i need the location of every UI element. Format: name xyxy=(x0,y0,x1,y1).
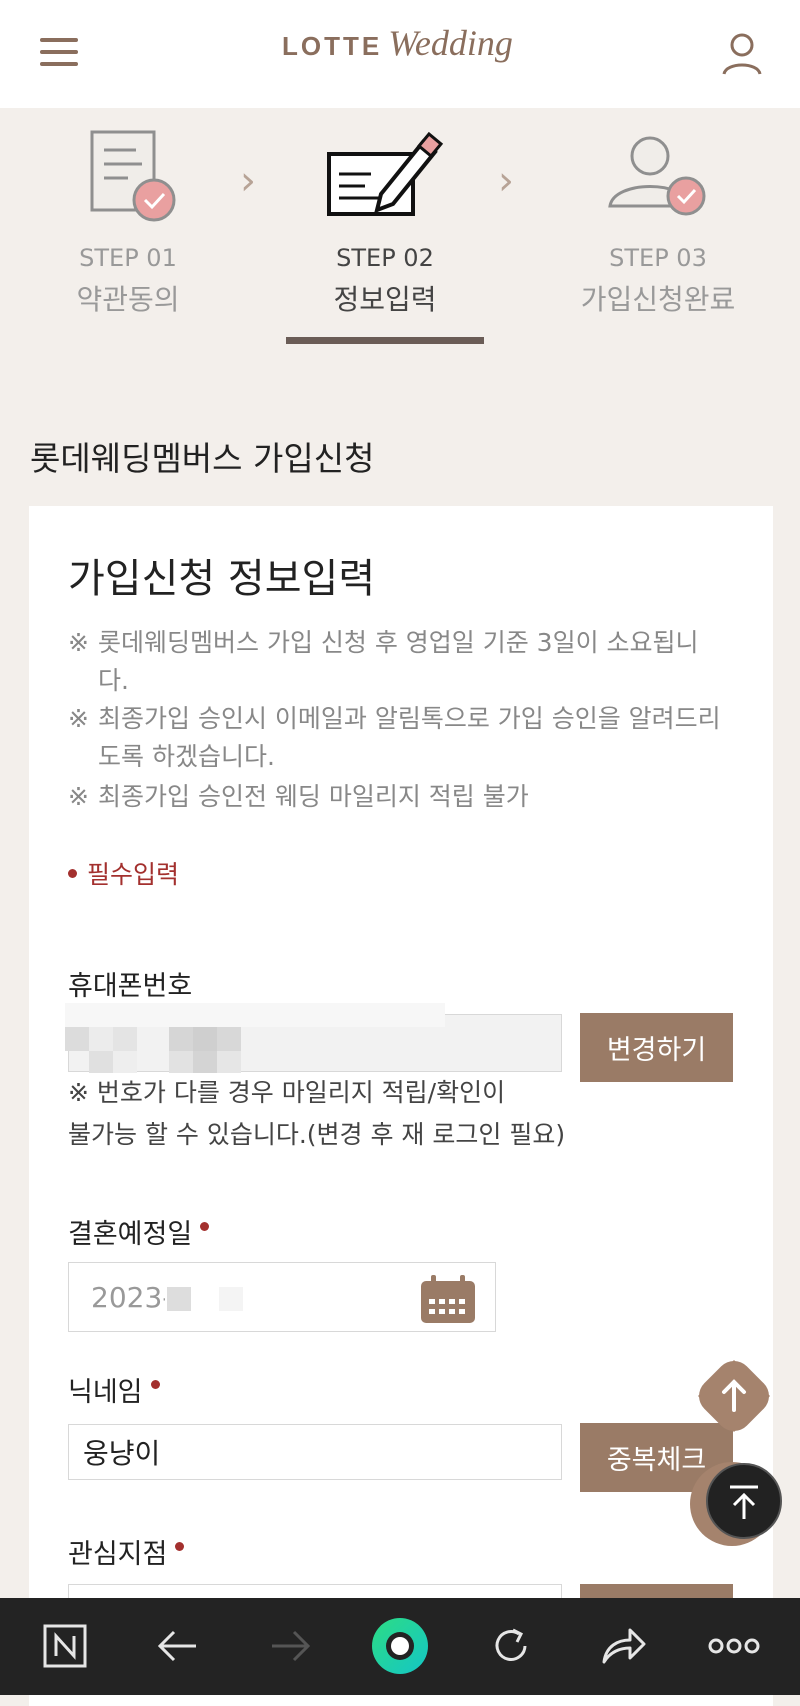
redacted-phone-mosaic xyxy=(65,1003,445,1073)
step-02: STEP 02 정보입력 xyxy=(275,120,495,318)
required-legend-text: 필수입력 xyxy=(87,860,180,889)
step-03-label: 가입신청완료 xyxy=(580,283,736,316)
step-01-number: STEP 01 xyxy=(79,244,177,272)
back-arrow-icon[interactable] xyxy=(148,1616,208,1676)
more-dots-icon[interactable] xyxy=(704,1616,764,1676)
user-check-icon xyxy=(548,120,768,230)
notice-item: ※ 최종가입 승인전 웨딩 마일리지 적립 불가 xyxy=(68,778,728,816)
phone-label: 휴대폰번호 xyxy=(68,964,192,1003)
notice-item: ※ 롯데웨딩멤버스 가입 신청 후 영업일 기준 3일이 소요됩니다. xyxy=(68,624,728,700)
step-02-label: 정보입력 xyxy=(333,283,437,316)
calendar-icon[interactable] xyxy=(419,1273,477,1325)
user-profile-icon[interactable] xyxy=(718,30,766,78)
required-dot-icon xyxy=(150,1380,160,1389)
scroll-to-top-icon[interactable] xyxy=(706,1463,782,1539)
browser-bottom-bar xyxy=(0,1598,800,1695)
notice-item: ※ 최종가입 승인시 이메일과 알림톡으로 가입 승인을 알려드리도록 하겠습니… xyxy=(68,700,728,776)
refresh-icon[interactable] xyxy=(481,1616,541,1676)
step-03-number: STEP 03 xyxy=(609,244,707,272)
nickname-label-text: 닉네임 xyxy=(68,1377,143,1408)
nickname-label: 닉네임 xyxy=(68,1370,160,1409)
nickname-input[interactable]: 웅냥이 xyxy=(68,1424,562,1480)
wedding-date-label-text: 결혼예정일 xyxy=(68,1219,193,1250)
hamburger-menu-icon[interactable] xyxy=(38,34,82,70)
step-03: STEP 03 가입신청완료 xyxy=(548,120,768,318)
required-dot-icon xyxy=(68,868,77,878)
branch-label-text: 관심지점 xyxy=(68,1539,168,1570)
naver-home-icon[interactable] xyxy=(35,1616,95,1676)
step-02-number: STEP 02 xyxy=(336,244,434,272)
phone-label-text: 휴대폰번호 xyxy=(68,971,193,1002)
phone-note: ※ 번호가 다를 경우 마일리지 적립/확인이 불가능 할 수 있습니다.(변경… xyxy=(68,1072,728,1156)
lotte-wedding-logo[interactable]: LOTTE Wedding xyxy=(282,22,513,82)
wedding-date-label: 결혼예정일 xyxy=(68,1212,210,1251)
phone-note-line-2: 불가능 할 수 있습니다.(변경 후 재 로그인 필요) xyxy=(68,1120,566,1149)
phone-input[interactable] xyxy=(65,1003,562,1073)
step-chevron-icon: › xyxy=(498,158,514,204)
notice-text: 최종가입 승인시 이메일과 알림톡으로 가입 승인을 알려드리도록 하겠습니다. xyxy=(98,704,721,771)
notice-text: 최종가입 승인전 웨딩 마일리지 적립 불가 xyxy=(98,782,529,811)
pencil-document-icon xyxy=(275,120,495,230)
floating-up-arrow-button[interactable] xyxy=(696,1358,772,1434)
required-dot-icon xyxy=(175,1542,185,1551)
form-title: 가입신청 정보입력 xyxy=(68,556,376,602)
document-check-icon xyxy=(18,120,238,230)
nickname-value: 웅냥이 xyxy=(83,1437,161,1470)
notice-mark: ※ xyxy=(68,704,89,733)
redacted-date-mosaic xyxy=(165,1263,415,1331)
step-01-label: 약관동의 xyxy=(76,283,180,316)
notice-text: 롯데웨딩멤버스 가입 신청 후 영업일 기준 3일이 소요됩니다. xyxy=(98,628,699,695)
green-dot-search-icon[interactable] xyxy=(370,1616,430,1676)
notice-mark: ※ xyxy=(68,628,89,657)
forward-arrow-icon[interactable] xyxy=(260,1616,320,1676)
share-arrow-icon[interactable] xyxy=(594,1616,654,1676)
step-01: STEP 01 약관동의 xyxy=(18,120,238,318)
required-dot-icon xyxy=(200,1222,210,1231)
notice-mark: ※ xyxy=(68,782,89,811)
logo-wedding-text: Wedding xyxy=(388,23,513,63)
required-legend: 필수입력 xyxy=(68,855,179,891)
step-chevron-icon: › xyxy=(240,158,256,204)
section-title: 롯데웨딩멤버스 가입신청 xyxy=(30,439,375,478)
logo-lotte-text: LOTTE xyxy=(282,31,383,61)
wedding-date-value: 2023- xyxy=(91,1280,173,1314)
branch-label: 관심지점 xyxy=(68,1532,185,1571)
phone-note-line-1: ※ 번호가 다를 경우 마일리지 적립/확인이 xyxy=(68,1078,506,1107)
active-step-indicator xyxy=(286,337,484,344)
wedding-date-input[interactable]: 2023- xyxy=(68,1262,496,1332)
